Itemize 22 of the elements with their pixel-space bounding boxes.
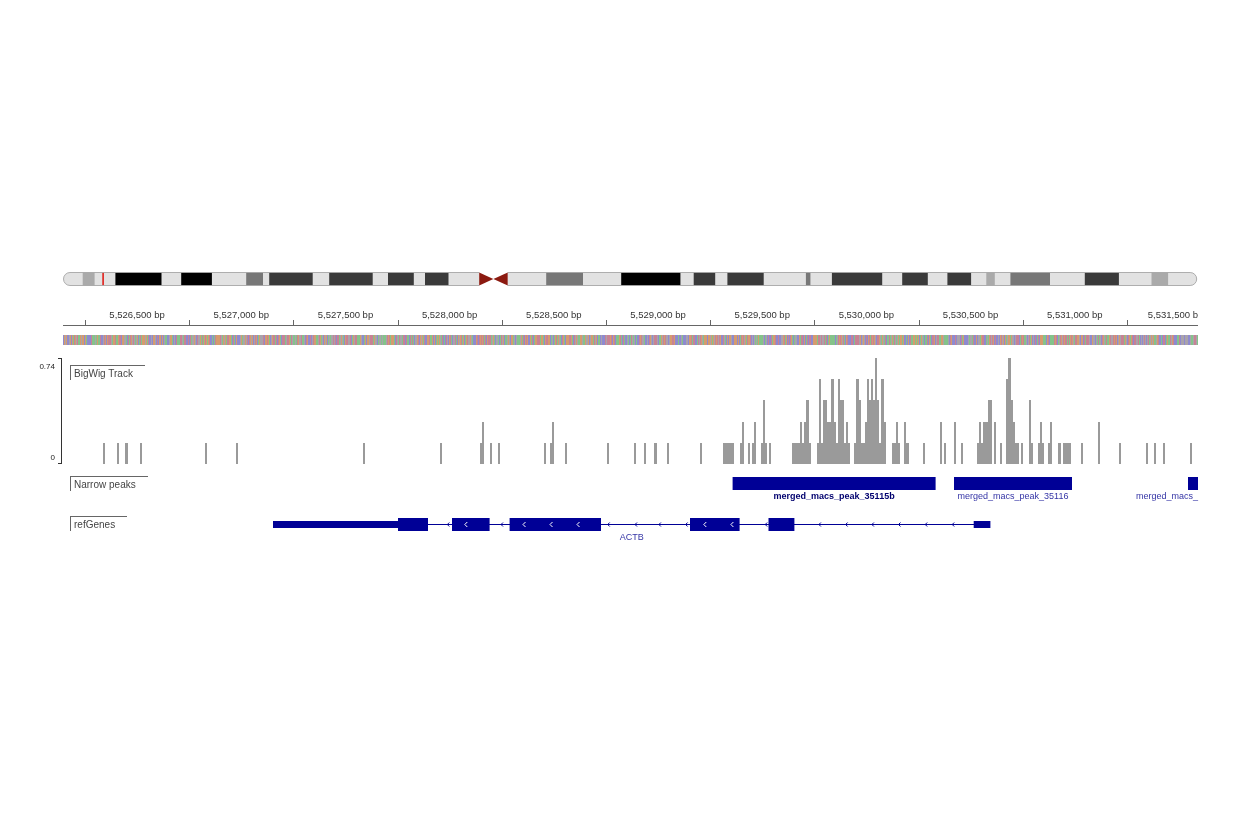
track-name: BigWig Track [70,365,145,380]
peak-label: merged_macs_peak_35116 [957,491,1069,501]
ruler-label: 5,527,500 bp [317,309,374,320]
ruler-label: 5,526,500 bp [109,309,165,320]
ruler-label: 5,531,500 b [1147,309,1198,320]
ruler-label: 5,529,500 bp [734,309,790,320]
ruler-label: 5,530,000 bp [838,309,895,320]
track-name: Narrow peaks [70,476,148,491]
ruler-label: 5,527,000 bp [213,309,269,320]
peak-label: merged_macs_peak_35115b [773,491,895,501]
ruler-label: 5,528,500 bp [526,309,582,320]
scale-label: 0 [50,453,55,462]
ruler-label: 5,529,000 bp [630,309,686,320]
peak-feature [1188,477,1198,490]
scale-label: 0.74 [39,362,55,371]
ruler-label: 5,528,000 bp [421,309,478,320]
peak-label: merged_macs_ [1135,491,1198,501]
gene-label: ACTB [619,531,644,542]
ruler-label: 5,531,000 bp [1047,309,1103,320]
track-name: refGenes [70,516,128,531]
chromosome-ideogram[interactable] [63,271,1198,287]
ruler-label: 5,530,500 bp [942,309,999,320]
